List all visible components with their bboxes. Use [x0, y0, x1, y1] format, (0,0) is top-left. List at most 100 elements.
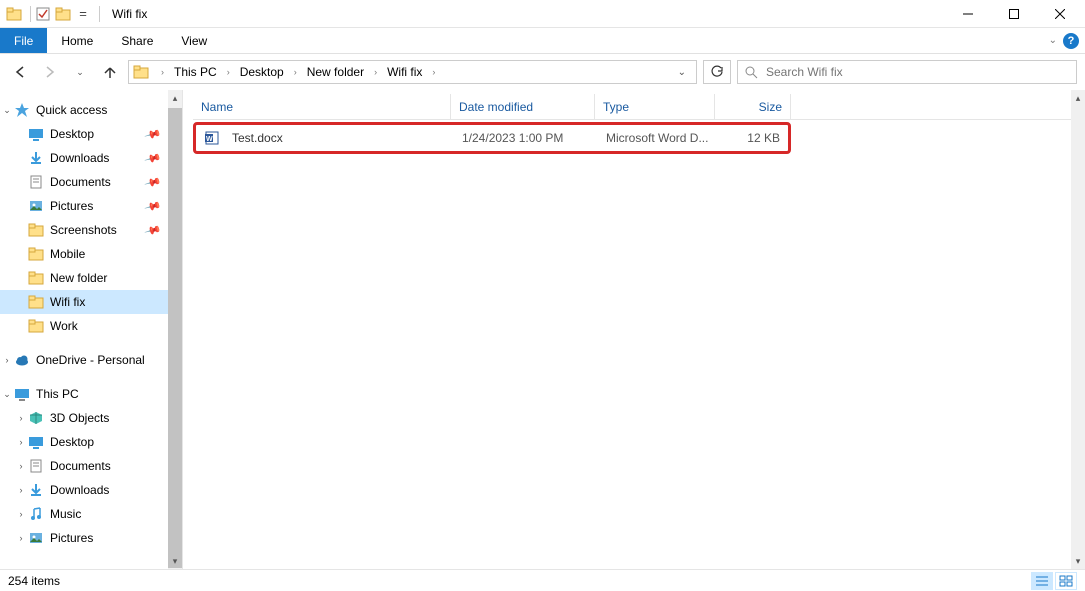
pin-icon: 📌: [144, 221, 162, 239]
breadcrumb[interactable]: New folder: [303, 61, 368, 83]
sidebar-item-pictures2[interactable]: › Pictures: [0, 526, 182, 550]
main-scrollbar[interactable]: ▴ ▾: [1071, 90, 1085, 569]
sidebar-item-downloads[interactable]: Downloads 📌: [0, 146, 182, 170]
sidebar-item-label: Downloads: [50, 151, 109, 165]
tab-view[interactable]: View: [167, 28, 221, 53]
column-header-type[interactable]: Type: [595, 94, 715, 119]
help-icon[interactable]: ?: [1063, 33, 1079, 49]
column-header-size[interactable]: Size: [715, 94, 791, 119]
sidebar-item-work[interactable]: Work: [0, 314, 182, 338]
download-icon: [28, 150, 44, 166]
address-bar[interactable]: › This PC › Desktop › New folder › Wifi …: [128, 60, 697, 84]
scrollbar-thumb[interactable]: [168, 108, 182, 568]
sidebar-item-documents[interactable]: Documents 📌: [0, 170, 182, 194]
column-header-name[interactable]: Name: [193, 94, 451, 119]
sidebar-item-label: Documents: [50, 175, 111, 189]
expand-icon[interactable]: ›: [14, 437, 28, 447]
desktop-icon: [28, 126, 44, 142]
collapse-icon[interactable]: ⌄: [0, 389, 14, 400]
file-list-pane: Name Date modified Type Size W Test.docx…: [182, 90, 1085, 569]
sidebar-item-this-pc[interactable]: ⌄ This PC: [0, 382, 182, 406]
chevron-right-icon[interactable]: ›: [290, 67, 301, 77]
file-row[interactable]: W Test.docx 1/24/2023 1:00 PM Microsoft …: [196, 125, 788, 151]
star-icon: [14, 102, 30, 118]
folder-icon: [28, 222, 44, 238]
chevron-right-icon[interactable]: ›: [370, 67, 381, 77]
sidebar-item-documents2[interactable]: › Documents: [0, 454, 182, 478]
expand-icon[interactable]: ›: [14, 533, 28, 543]
pin-icon: 📌: [144, 173, 162, 191]
sidebar-item-desktop[interactable]: Desktop 📌: [0, 122, 182, 146]
address-dropdown-icon[interactable]: ⌄: [672, 67, 692, 78]
cloud-icon: [14, 352, 30, 368]
recent-dropdown-icon[interactable]: ⌄: [68, 60, 92, 84]
sidebar-item-label: Music: [50, 507, 81, 521]
breadcrumb[interactable]: Wifi fix: [383, 61, 426, 83]
column-header-date[interactable]: Date modified: [451, 94, 595, 119]
maximize-button[interactable]: [991, 0, 1037, 28]
column-headers: Name Date modified Type Size: [193, 94, 1085, 120]
pin-icon: 📌: [144, 125, 162, 143]
ribbon: File Home Share View ⌄ ?: [0, 28, 1085, 54]
navigation-bar: ⌄ › This PC › Desktop › New folder › Wif…: [0, 54, 1085, 90]
view-details-button[interactable]: [1031, 572, 1053, 590]
sidebar-item-desktop2[interactable]: › Desktop: [0, 430, 182, 454]
collapse-icon[interactable]: ⌄: [0, 105, 14, 116]
breadcrumb[interactable]: This PC: [170, 61, 221, 83]
chevron-right-icon[interactable]: ›: [157, 67, 168, 77]
sidebar-item-label: 3D Objects: [50, 411, 109, 425]
expand-icon[interactable]: ›: [14, 485, 28, 495]
folder-icon: [133, 64, 149, 80]
tab-file[interactable]: File: [0, 28, 47, 53]
titlebar: = Wifi fix: [0, 0, 1085, 28]
ribbon-expand-icon[interactable]: ⌄: [1049, 35, 1057, 46]
pin-icon: 📌: [144, 149, 162, 167]
sidebar-item-wifi-fix[interactable]: Wifi fix: [0, 290, 182, 314]
view-thumbnails-button[interactable]: [1055, 572, 1077, 590]
sidebar-item-screenshots[interactable]: Screenshots 📌: [0, 218, 182, 242]
expand-icon[interactable]: ›: [0, 355, 14, 365]
open-folder-icon[interactable]: [55, 6, 71, 22]
tab-share[interactable]: Share: [107, 28, 167, 53]
up-button[interactable]: [98, 60, 122, 84]
cube-icon: [28, 410, 44, 426]
chevron-right-icon[interactable]: ›: [428, 67, 439, 77]
expand-icon[interactable]: ›: [14, 509, 28, 519]
back-button[interactable]: [8, 60, 32, 84]
document-icon: [28, 174, 44, 190]
sidebar-item-new-folder[interactable]: New folder: [0, 266, 182, 290]
sidebar-item-mobile[interactable]: Mobile: [0, 242, 182, 266]
qat-dropdown-icon[interactable]: =: [75, 6, 91, 22]
scroll-down-icon[interactable]: ▾: [1071, 553, 1085, 569]
close-button[interactable]: [1037, 0, 1083, 28]
search-input[interactable]: [764, 64, 1070, 80]
expand-icon[interactable]: ›: [14, 413, 28, 423]
search-box[interactable]: [737, 60, 1077, 84]
sidebar-scrollbar[interactable]: ▴ ▾: [168, 90, 182, 569]
scroll-up-icon[interactable]: ▴: [1071, 90, 1085, 106]
sidebar-item-pictures[interactable]: Pictures 📌: [0, 194, 182, 218]
breadcrumb[interactable]: Desktop: [236, 61, 288, 83]
folder-icon: [28, 294, 44, 310]
pictures-icon: [28, 530, 44, 546]
sidebar-item-label: Work: [50, 319, 78, 333]
sidebar-item-label: OneDrive - Personal: [36, 353, 145, 367]
refresh-button[interactable]: [703, 60, 731, 84]
sidebar-item-onedrive[interactable]: › OneDrive - Personal: [0, 348, 182, 372]
forward-button[interactable]: [38, 60, 62, 84]
properties-icon[interactable]: [35, 6, 51, 22]
pictures-icon: [28, 198, 44, 214]
chevron-right-icon[interactable]: ›: [223, 67, 234, 77]
sidebar-item-label: Desktop: [50, 435, 94, 449]
sidebar-item-3d-objects[interactable]: › 3D Objects: [0, 406, 182, 430]
sidebar-item-label: Mobile: [50, 247, 85, 261]
sidebar-item-downloads2[interactable]: › Downloads: [0, 478, 182, 502]
tab-home[interactable]: Home: [47, 28, 107, 53]
sidebar-item-music[interactable]: › Music: [0, 502, 182, 526]
sidebar-item-quick-access[interactable]: ⌄ Quick access: [0, 98, 182, 122]
expand-icon[interactable]: ›: [14, 461, 28, 471]
minimize-button[interactable]: [945, 0, 991, 28]
highlighted-annotation: W Test.docx 1/24/2023 1:00 PM Microsoft …: [193, 122, 791, 154]
word-doc-icon: W: [204, 130, 220, 146]
download-icon: [28, 482, 44, 498]
